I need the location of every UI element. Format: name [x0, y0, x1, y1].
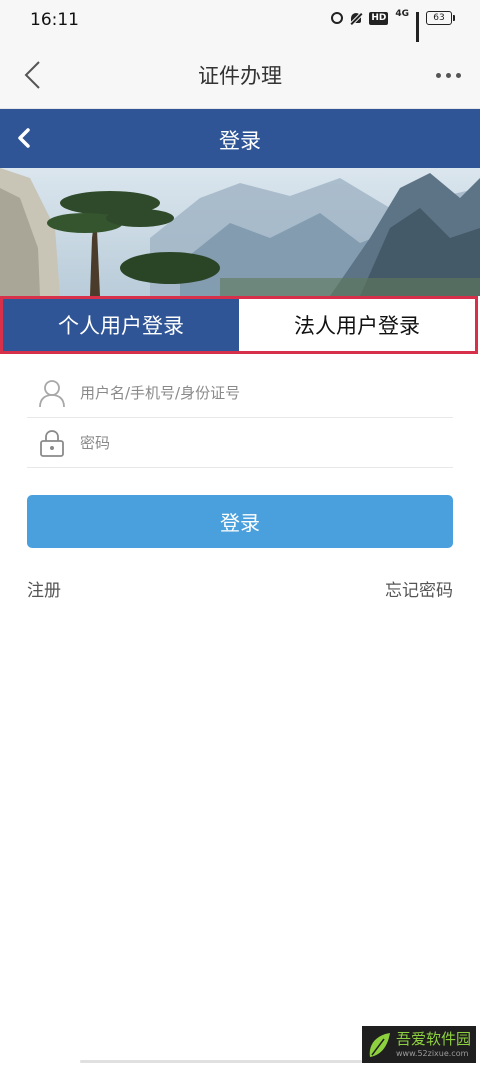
password-input[interactable]: [80, 433, 453, 452]
more-button[interactable]: [428, 60, 468, 90]
forgot-password-link[interactable]: 忘记密码: [385, 576, 453, 601]
signal-icon: [416, 11, 419, 46]
battery-icon: 63: [426, 11, 455, 25]
login-button[interactable]: 登录: [27, 495, 453, 548]
watermark-logo-icon: [369, 1032, 390, 1057]
mute-icon: [350, 12, 362, 25]
register-link[interactable]: 注册: [27, 576, 61, 601]
status-bar: 16:11 HD 4G 63: [0, 0, 480, 46]
lock-icon: [38, 427, 66, 459]
hd-icon: HD: [369, 11, 389, 25]
login-type-tabs: 个人用户登录 法人用户登录: [0, 296, 478, 354]
status-time: 16:11: [30, 10, 79, 30]
page-title: 证件办理: [198, 64, 282, 88]
network-type: 4G: [395, 9, 409, 19]
banner-image: [0, 168, 480, 296]
watermark-name: 吾爱软件园: [396, 1029, 472, 1048]
username-field-row: [27, 368, 453, 418]
app-header: 证件办理: [0, 42, 480, 109]
watermark: 吾爱软件园 www.52zixue.com: [362, 1026, 476, 1063]
status-icons: HD 4G 63: [331, 9, 455, 46]
tab-corporate-login[interactable]: 法人用户登录: [239, 299, 475, 351]
username-input[interactable]: [80, 383, 453, 402]
alarm-icon: [331, 12, 344, 24]
more-dots-icon: [435, 72, 441, 78]
login-header: 登录: [0, 109, 480, 168]
watermark-url: www.52zixue.com: [396, 1048, 469, 1058]
home-indicator[interactable]: [80, 1060, 362, 1063]
password-field-row: [27, 418, 453, 468]
tab-personal-login[interactable]: 个人用户登录: [3, 299, 239, 351]
login-title: 登录: [219, 129, 261, 153]
user-icon: [38, 377, 66, 409]
